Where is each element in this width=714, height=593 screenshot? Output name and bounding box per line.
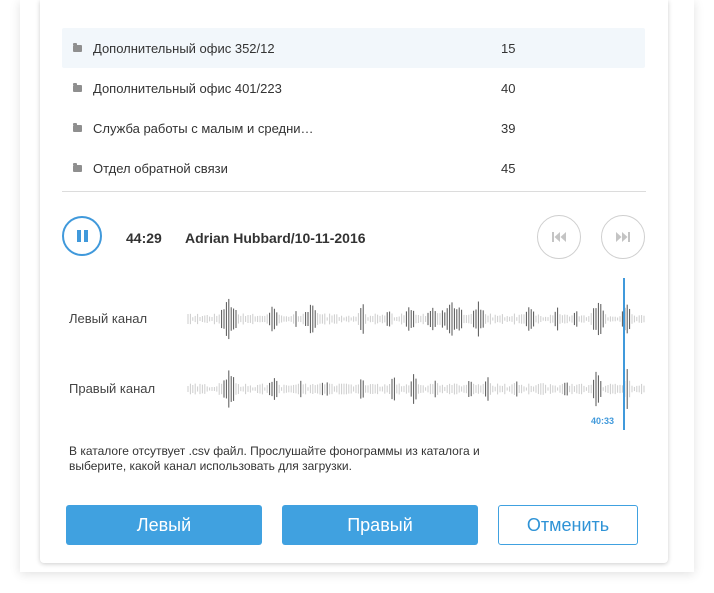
left-channel-button[interactable]: Левый xyxy=(66,505,262,545)
list-item[interactable]: Отдел обратной связи 45 xyxy=(62,148,645,188)
list-item-name: Служба работы с малым и средни… xyxy=(93,120,314,136)
list-item[interactable]: Служба работы с малым и средни… 39 xyxy=(62,108,645,148)
list-item[interactable]: Дополнительный офис 352/12 15 xyxy=(62,28,645,68)
folder-icon xyxy=(73,82,82,92)
left-channel-label: Левый канал xyxy=(69,311,148,326)
list-item-name: Дополнительный офис 401/223 xyxy=(93,80,282,96)
list-item-name: Отдел обратной связи xyxy=(93,160,228,176)
list-item-count: 39 xyxy=(501,120,516,136)
pause-button[interactable] xyxy=(62,216,102,256)
playback-time: 44:29 xyxy=(126,230,162,246)
list-item-name: Дополнительный офис 352/12 xyxy=(93,40,275,56)
upload-channel-dialog: Дополнительный офис 352/12 15 Дополнител… xyxy=(40,0,668,563)
list-item-count: 15 xyxy=(501,40,516,56)
pause-icon xyxy=(76,230,88,242)
list-item[interactable]: Дополнительный офис 401/223 40 xyxy=(62,68,645,108)
info-message: В каталоге отсутвует .csv файл. Прослуша… xyxy=(69,444,480,473)
list-item-count: 40 xyxy=(501,80,516,96)
right-channel-button[interactable]: Правый xyxy=(282,505,478,545)
right-channel-label: Правый канал xyxy=(69,381,156,396)
skip-back-icon xyxy=(552,232,566,242)
playhead-time: 40:33 xyxy=(591,416,615,426)
track-title: Adrian Hubbard/10-11-2016 xyxy=(185,230,366,246)
right-channel-waveform[interactable] xyxy=(186,361,646,417)
skip-forward-button[interactable] xyxy=(601,215,645,259)
divider xyxy=(62,191,646,192)
catalog-list: Дополнительный офис 352/12 15 Дополнител… xyxy=(62,28,645,188)
cancel-button[interactable]: Отменить xyxy=(498,505,638,545)
folder-icon xyxy=(73,42,82,52)
left-channel-waveform[interactable] xyxy=(186,291,646,347)
list-item-count: 45 xyxy=(501,160,516,176)
folder-icon xyxy=(73,162,82,172)
playhead-cursor[interactable] xyxy=(623,278,625,430)
skip-forward-icon xyxy=(616,232,630,242)
skip-back-button[interactable] xyxy=(537,215,581,259)
folder-icon xyxy=(73,122,82,132)
